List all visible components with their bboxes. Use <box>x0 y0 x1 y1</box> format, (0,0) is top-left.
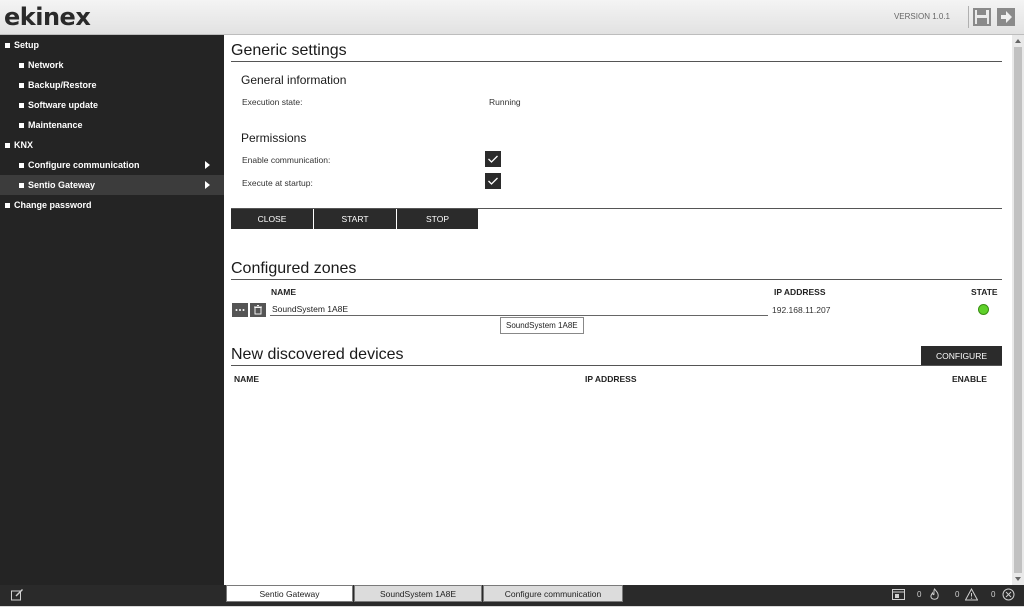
sidebar-item-sentio-gateway[interactable]: Sentio Gateway <box>0 175 224 195</box>
sidebar-item-label: Change password <box>14 200 92 210</box>
enable-communication-checkbox[interactable] <box>485 151 501 167</box>
tab-configure-communication[interactable]: Configure communication <box>483 585 623 602</box>
zone-options-button[interactable] <box>232 303 248 317</box>
sidebar-item-setup[interactable]: Setup <box>0 35 224 55</box>
execute-at-startup-label: Execute at startup: <box>242 178 313 188</box>
bullet-icon <box>19 182 24 188</box>
execution-state-label: Execution state: <box>242 97 303 107</box>
sidebar-item-label: KNX <box>14 140 34 150</box>
permissions-title: Permissions <box>241 131 307 145</box>
sidebar-item-label: Network <box>28 60 64 70</box>
zones-col-state: STATE <box>971 287 998 297</box>
bullet-icon <box>5 202 10 208</box>
warning-icon[interactable] <box>964 587 979 601</box>
close-button[interactable]: CLOSE <box>231 209 313 229</box>
warning-count: 0 <box>991 590 996 599</box>
sidebar: Setup Network Backup/Restore Software up… <box>0 35 224 585</box>
sidebar-item-label: Backup/Restore <box>28 80 97 90</box>
main-panel: Generic settings General information Exe… <box>224 35 1012 585</box>
execute-at-startup-checkbox[interactable] <box>485 173 501 189</box>
general-info-title: General information <box>241 73 347 87</box>
info-count: 0 <box>917 590 922 599</box>
info-panel-icon[interactable] <box>892 588 905 601</box>
bullet-icon <box>19 102 24 108</box>
divider <box>231 279 1002 280</box>
vertical-scrollbar[interactable] <box>1012 35 1024 585</box>
discovered-col-enable: ENABLE <box>952 374 987 384</box>
sidebar-item-configure-communication[interactable]: Configure communication <box>0 155 224 175</box>
tab-soundsystem-1a8e[interactable]: SoundSystem 1A8E <box>354 585 482 602</box>
sidebar-item-network[interactable]: Network <box>0 55 224 75</box>
bullet-icon <box>5 42 10 48</box>
zone-state-indicator <box>978 304 989 315</box>
checkmark-icon <box>488 177 498 185</box>
sidebar-item-backup-restore[interactable]: Backup/Restore <box>0 75 224 95</box>
bullet-icon <box>19 122 24 128</box>
bullet-icon <box>19 162 24 168</box>
configured-zones-title: Configured zones <box>231 260 357 277</box>
chevron-right-icon <box>205 161 210 169</box>
exit-icon[interactable] <box>997 8 1015 26</box>
edit-icon[interactable] <box>10 588 24 602</box>
version-label: VERSION 1.0.1 <box>893 12 950 21</box>
app-header: ekinex VERSION 1.0.1 <box>0 0 1024 35</box>
more-icon <box>235 309 245 311</box>
discovered-col-ip: IP ADDRESS <box>585 374 637 384</box>
sidebar-item-label: Maintenance <box>28 120 83 130</box>
zones-col-ip: IP ADDRESS <box>774 287 826 297</box>
sidebar-item-label: Sentio Gateway <box>28 180 96 190</box>
chevron-right-icon <box>205 181 210 189</box>
fire-icon[interactable] <box>928 588 941 601</box>
bullet-icon <box>5 142 10 148</box>
sidebar-item-maintenance[interactable]: Maintenance <box>0 115 224 135</box>
configure-button[interactable]: CONFIGURE <box>921 346 1002 365</box>
sidebar-item-software-update[interactable]: Software update <box>0 95 224 115</box>
scroll-down-icon[interactable] <box>1015 577 1021 581</box>
app-logo: ekinex <box>4 3 91 31</box>
enable-communication-label: Enable communication: <box>242 155 331 165</box>
divider <box>231 61 1002 62</box>
status-bar: Sentio Gateway SoundSystem 1A8E Configur… <box>0 585 1024 606</box>
divider <box>231 365 1002 366</box>
sidebar-item-change-password[interactable]: Change password <box>0 195 224 215</box>
generic-settings-title: Generic settings <box>231 42 347 59</box>
trash-icon <box>254 305 262 315</box>
start-button[interactable]: START <box>314 209 396 229</box>
scrollbar-thumb[interactable] <box>1014 47 1022 573</box>
sidebar-item-label: Software update <box>28 100 99 110</box>
sidebar-item-knx[interactable]: KNX <box>0 135 224 155</box>
sidebar-item-label: Setup <box>14 40 40 50</box>
save-icon[interactable] <box>973 8 991 26</box>
error-icon[interactable] <box>1002 588 1015 601</box>
zone-name-tooltip: SoundSystem 1A8E <box>500 317 584 334</box>
checkmark-icon <box>488 155 498 163</box>
bullet-icon <box>19 62 24 68</box>
fire-count: 0 <box>955 590 960 599</box>
zones-col-name: NAME <box>271 287 297 297</box>
tab-sentio-gateway[interactable]: Sentio Gateway <box>226 585 353 602</box>
execution-state-value: Running <box>489 97 521 107</box>
bullet-icon <box>19 82 24 88</box>
sidebar-item-label: Configure communication <box>28 160 140 170</box>
discovered-devices-title: New discovered devices <box>231 346 404 363</box>
scroll-up-icon[interactable] <box>1015 39 1021 43</box>
zone-ip-value: 192.168.11.207 <box>772 305 831 315</box>
stop-button[interactable]: STOP <box>397 209 478 229</box>
header-divider <box>968 6 969 28</box>
zone-name-input[interactable]: SoundSystem 1A8E <box>270 302 768 316</box>
zone-delete-button[interactable] <box>250 303 266 317</box>
discovered-col-name: NAME <box>234 374 260 384</box>
